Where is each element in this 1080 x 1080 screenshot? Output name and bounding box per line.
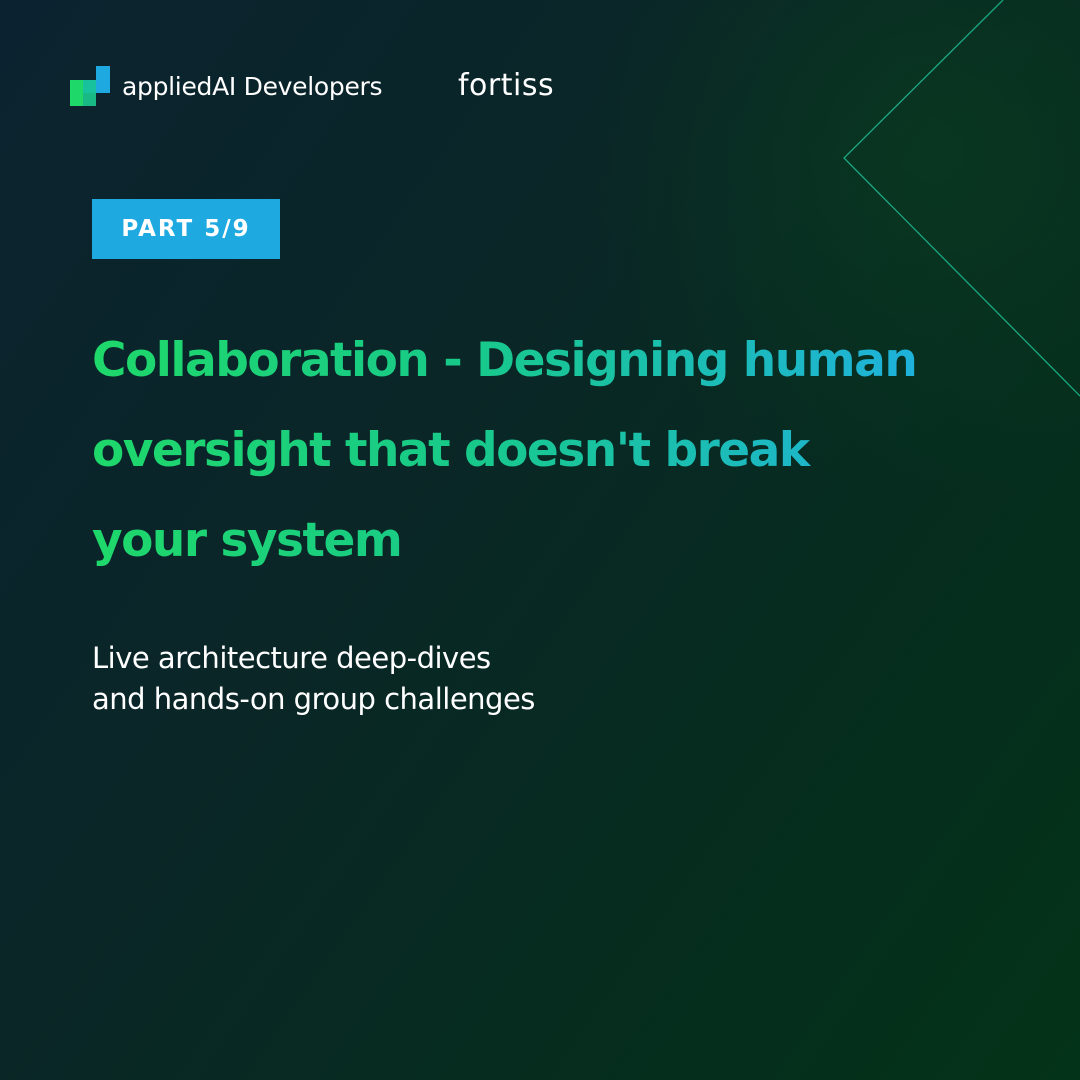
headline-line: oversight that doesn't break — [92, 423, 809, 478]
subtitle-line: Live architecture deep-dives — [92, 641, 491, 675]
part-badge: PART 5/9 — [92, 199, 280, 259]
headline-line: Collaboration - Designing human — [92, 333, 917, 388]
headline: Collaboration - Designing human oversigh… — [92, 316, 1012, 586]
applied-ai-stairs-icon — [70, 66, 110, 106]
applied-ai-logo-text: appliedAI Developers — [122, 71, 383, 101]
headline-line: your system — [92, 513, 402, 568]
fortiss-logo: fortiss — [458, 68, 555, 103]
promo-card: appliedAI Developers fortiss PART 5/9 Co… — [0, 0, 1080, 1080]
subtitle: Live architecture deep-dives and hands-o… — [92, 638, 535, 720]
subtitle-line: and hands-on group challenges — [92, 682, 535, 716]
applied-ai-developers-logo: appliedAI Developers — [70, 66, 383, 106]
